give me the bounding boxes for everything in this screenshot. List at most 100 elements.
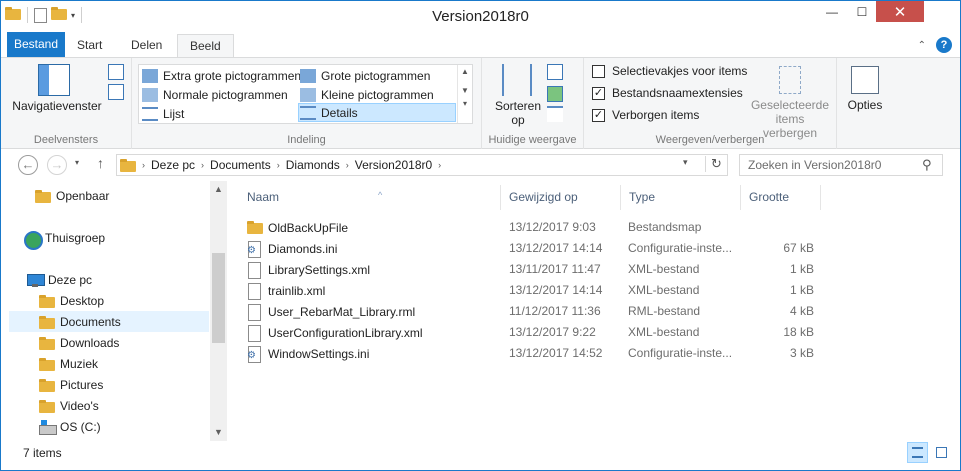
scroll-up-icon[interactable]: ▲ [210,184,227,194]
address-dropdown-icon[interactable]: ▾ [683,157,688,168]
layout-details[interactable]: Details [298,103,456,122]
file-name: Diamonds.ini [268,242,338,256]
large-icons-view-button[interactable] [931,442,952,463]
column-header-type[interactable]: Type [621,185,741,210]
nav-item-os-c[interactable]: OS (C:) [39,416,209,437]
file-name: OldBackUpFile [268,221,349,235]
size-columns-icon[interactable] [547,106,563,122]
search-input[interactable]: Zoeken in Version2018r0 [739,154,943,176]
details-view-icon [912,447,923,458]
scrollbar-thumb[interactable] [212,253,225,343]
forward-button[interactable]: → [47,155,67,175]
nav-item-documents[interactable]: Documents [9,311,209,332]
nav-item-thuisgroep[interactable]: Thuisgroep [24,227,224,250]
details-pane-icon[interactable] [108,84,124,100]
ribbon-panel: Navigatievenster Deelvensters Extra grot… [1,57,960,149]
options-button[interactable]: Opties [841,64,889,128]
layout-large-icons[interactable]: Grote pictogrammen [300,66,430,85]
breadcrumb-separator[interactable]: › [438,160,441,170]
details-view-button[interactable] [907,442,928,463]
sort-by-button[interactable]: Sorteren op [492,62,544,127]
checkbox-item-checkboxes[interactable]: Selectievakjes voor items [592,64,747,78]
file-type: XML-bestand [628,325,700,339]
nav-item-downloads[interactable]: Downloads [39,332,209,353]
tab-start[interactable]: Start [65,34,114,57]
file-list: Naam ^ Gewijzigd op Type Grootte OldBackU… [227,181,960,441]
file-date: 13/12/2017 9:22 [509,325,596,339]
layout-medium-icons[interactable]: Normale pictogrammen [142,85,288,104]
nav-item-deze-pc[interactable]: Deze pc [27,269,227,290]
file-name: UserConfigurationLibrary.xml [268,326,423,340]
layout-list[interactable]: Lijst [142,104,184,123]
nav-item-muziek[interactable]: Muziek [39,353,209,374]
column-header-name[interactable]: Naam ^ [239,185,501,210]
nav-item-label: Deze pc [48,272,93,287]
checkbox-file-extensions-box[interactable]: ✓ [592,86,605,100]
address-bar[interactable]: › Deze pc › Documents › Diamonds › Versi… [116,154,728,176]
minimize-button[interactable]: — [817,1,847,22]
file-date: 13/12/2017 14:14 [509,283,603,297]
ribbon-right-controls: ⌃ ? [918,37,952,53]
table-row[interactable]: User_RebarMat_Library.rml 11/12/2017 11:… [241,301,831,322]
maximize-button[interactable]: ☐ [847,1,877,22]
collapse-ribbon-icon[interactable]: ⌃ [918,40,926,51]
file-name-cell: OldBackUpFile [247,220,348,236]
nav-item-desktop[interactable]: Desktop [39,290,209,311]
checkbox-hidden-items[interactable]: ✓ Verborgen items [592,108,699,122]
checkbox-file-extensions[interactable]: ✓ Bestandsnaamextensies [592,86,743,100]
scroll-down-icon[interactable]: ▼ [210,427,227,437]
address-row: ← → ▾ ↑ › Deze pc › Documents › Diamonds… [1,150,960,181]
pc-icon [27,273,45,287]
nav-item-label: Pictures [60,377,104,392]
table-row[interactable]: Diamonds.ini 13/12/2017 14:14 Configurat… [241,238,831,259]
up-button[interactable]: ↑ [97,155,104,171]
recent-locations-icon[interactable]: ▾ [75,158,79,167]
close-button[interactable]: ✕ [876,1,924,22]
group-by-icon[interactable] [547,64,563,80]
layout-extra-large-icons[interactable]: Extra grote pictogrammen [142,66,301,85]
large-icons-icon [300,68,316,83]
breadcrumb-diamonds[interactable]: Diamonds [280,158,346,172]
group-current-view: Sorteren op Huidige weergave [482,58,584,149]
small-icons-icon [300,87,316,102]
nav-item-pictures[interactable]: Pictures [39,374,209,395]
breadcrumb-documents[interactable]: Documents [204,158,277,172]
column-header-label: Naam [247,190,280,204]
table-row[interactable]: UserConfigurationLibrary.xml 13/12/2017 … [241,322,831,343]
file-size: 1 kB [789,283,814,297]
tab-bestand[interactable]: Bestand [7,32,66,57]
layout-small-icons[interactable]: Kleine pictogrammen [300,85,434,104]
group-layout: Extra grote pictogrammen Grote pictogram… [132,58,482,149]
column-header-date[interactable]: Gewijzigd op [501,185,621,210]
nav-item-label: Documents [60,314,121,329]
hide-selected-button[interactable]: Geselecteerde items verbergen [747,64,833,140]
table-row[interactable]: trainlib.xml 13/12/2017 14:14 XML-bestan… [241,280,831,301]
checkbox-item-checkboxes-box[interactable] [592,64,605,78]
nav-item-label: OS (C:) [60,419,101,434]
checkbox-hidden-items-box[interactable]: ✓ [592,108,605,122]
navigation-pane-button[interactable]: Navigatievenster [11,58,103,130]
search-icon[interactable]: ⚲ [922,157,932,173]
file-name-cell: Diamonds.ini [247,241,338,258]
table-row[interactable]: OldBackUpFile 13/12/2017 9:03 Bestandsma… [241,217,831,238]
add-columns-icon[interactable] [547,86,563,102]
nav-pane-scrollbar[interactable]: ▲ ▼ [210,181,227,441]
nav-item-openbaar[interactable]: Openbaar [35,185,235,206]
help-icon[interactable]: ? [936,37,952,53]
tab-delen[interactable]: Delen [119,34,174,57]
folder-icon [39,336,55,350]
refresh-icon[interactable]: ↻ [705,156,727,172]
table-row[interactable]: WindowSettings.ini 13/12/2017 14:52 Conf… [241,343,831,364]
preview-pane-icon[interactable] [108,64,124,80]
breadcrumb-deze-pc[interactable]: Deze pc [145,158,201,172]
document-icon [247,325,261,342]
back-button[interactable]: ← [18,155,38,175]
breadcrumb-version2018r0[interactable]: Version2018r0 [349,158,438,172]
tab-beeld[interactable]: Beeld [177,34,234,57]
nav-item-videos[interactable]: Video's [39,395,209,416]
column-header-size[interactable]: Grootte [741,185,821,210]
table-row[interactable]: LibrarySettings.xml 13/11/2017 11:47 XML… [241,259,831,280]
column-header-label: Type [629,190,656,204]
layout-gallery-scroll[interactable]: ▲ ▼ ▾ [457,65,472,123]
folder-icon [120,158,136,172]
